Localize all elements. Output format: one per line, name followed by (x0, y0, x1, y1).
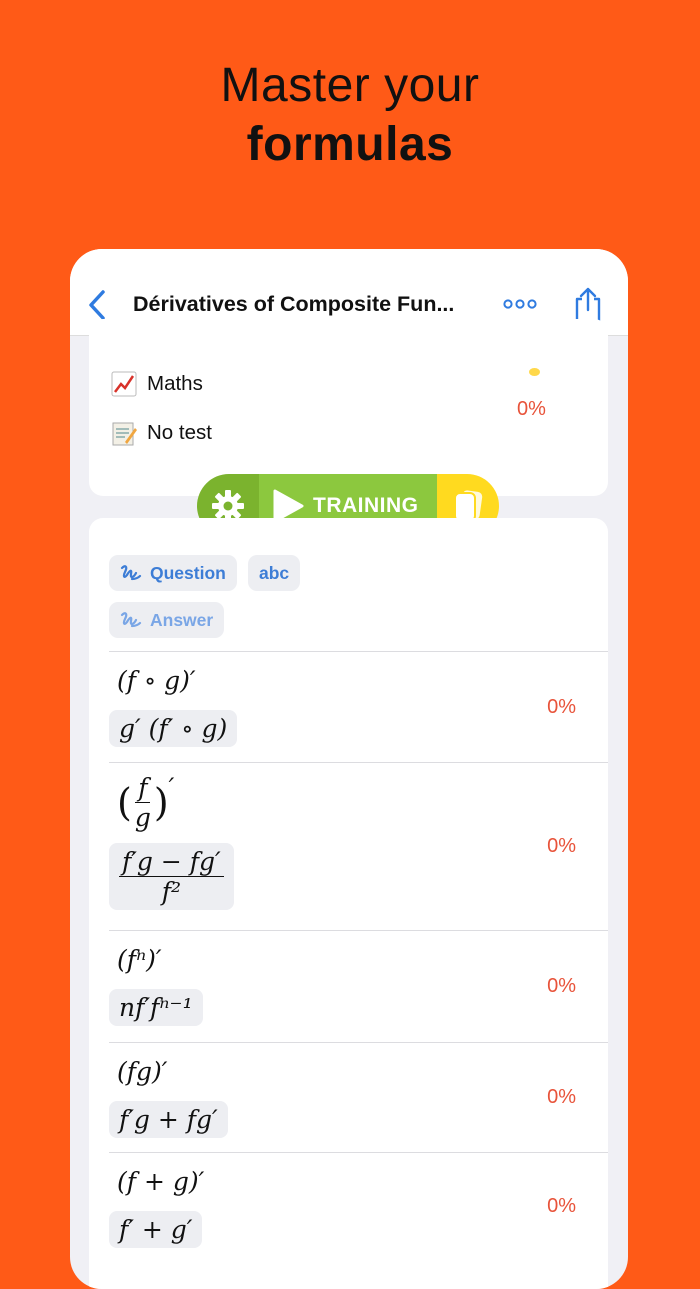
formula-answer: g′ (f′ ∘ g) (109, 710, 238, 747)
formula-answer: f′g + fg′ (109, 1101, 228, 1138)
answer-chip[interactable]: Answer (109, 602, 225, 638)
handwriting-icon (120, 612, 142, 628)
training-label: TRAINING (313, 494, 419, 517)
test-label: No test (147, 421, 212, 444)
formula-row[interactable]: (fⁿ)′ nf′fⁿ⁻¹ 0% (109, 930, 608, 1042)
formula-row[interactable]: (f ∘ g)′ g′ (f′ ∘ g) 0% (109, 651, 608, 762)
page-title: Dérivatives of Composite Fun... (133, 292, 455, 316)
progress-dot (529, 368, 540, 376)
formula-percent: 0% (547, 696, 576, 718)
formula-percent: 0% (547, 1195, 576, 1217)
formula-row[interactable]: (f g)′ f′g − fg′ f² 0% (109, 762, 608, 930)
subject-label: Maths (147, 372, 203, 395)
formula-answer: f′g − fg′ f² (109, 843, 234, 910)
headline: Master your formulas (0, 58, 700, 176)
formula-question: (fⁿ)′ (117, 945, 162, 974)
answer-chip-label: Answer (150, 609, 214, 630)
test-row[interactable]: No test (111, 418, 212, 448)
abc-chip-label: abc (259, 562, 290, 583)
abc-chip[interactable]: abc (248, 555, 301, 591)
formula-answer: nf′fⁿ⁻¹ (109, 989, 203, 1026)
question-numerator: f (135, 773, 151, 803)
formula-percent: 0% (547, 835, 576, 857)
ellipsis-icon[interactable] (503, 297, 537, 311)
chart-increasing-emoji (111, 371, 137, 397)
answer-numerator: f′g − fg′ (119, 847, 224, 877)
answer-denominator: f² (161, 877, 181, 906)
question-chip-label: Question (150, 562, 226, 583)
headline-line-2: formulas (246, 118, 454, 171)
question-chip[interactable]: Question (109, 555, 237, 591)
formula-row[interactable]: (fg)′ f′g + fg′ 0% (109, 1042, 608, 1152)
info-card: Maths No test 0% (89, 319, 608, 496)
phone-screen: Dérivatives of Composite Fun... Maths No… (70, 249, 628, 1289)
handwriting-icon (120, 565, 142, 581)
formula-percent: 0% (547, 1086, 576, 1108)
question-denominator: g (134, 803, 151, 832)
formula-question: (fg)′ (117, 1057, 168, 1086)
formula-question: (fg)′ (117, 773, 175, 832)
formula-question: (f ∘ g)′ (117, 666, 196, 695)
formula-row[interactable]: (f + g)′ f′ + g′ 0% (109, 1152, 608, 1273)
memo-emoji (112, 422, 137, 446)
formula-percent: 0% (547, 975, 576, 997)
chevron-left-icon[interactable] (86, 289, 108, 321)
formula-question: (f + g)′ (117, 1167, 205, 1196)
formula-answer: f′ + g′ (109, 1211, 203, 1248)
subject-row[interactable]: Maths (111, 369, 203, 399)
formulas-card: Question abc Answer (f ∘ g)′ g′ (f′ ∘ g)… (89, 518, 608, 1289)
headline-line-1: Master your (220, 59, 480, 112)
overall-progress: 0% (517, 398, 546, 420)
